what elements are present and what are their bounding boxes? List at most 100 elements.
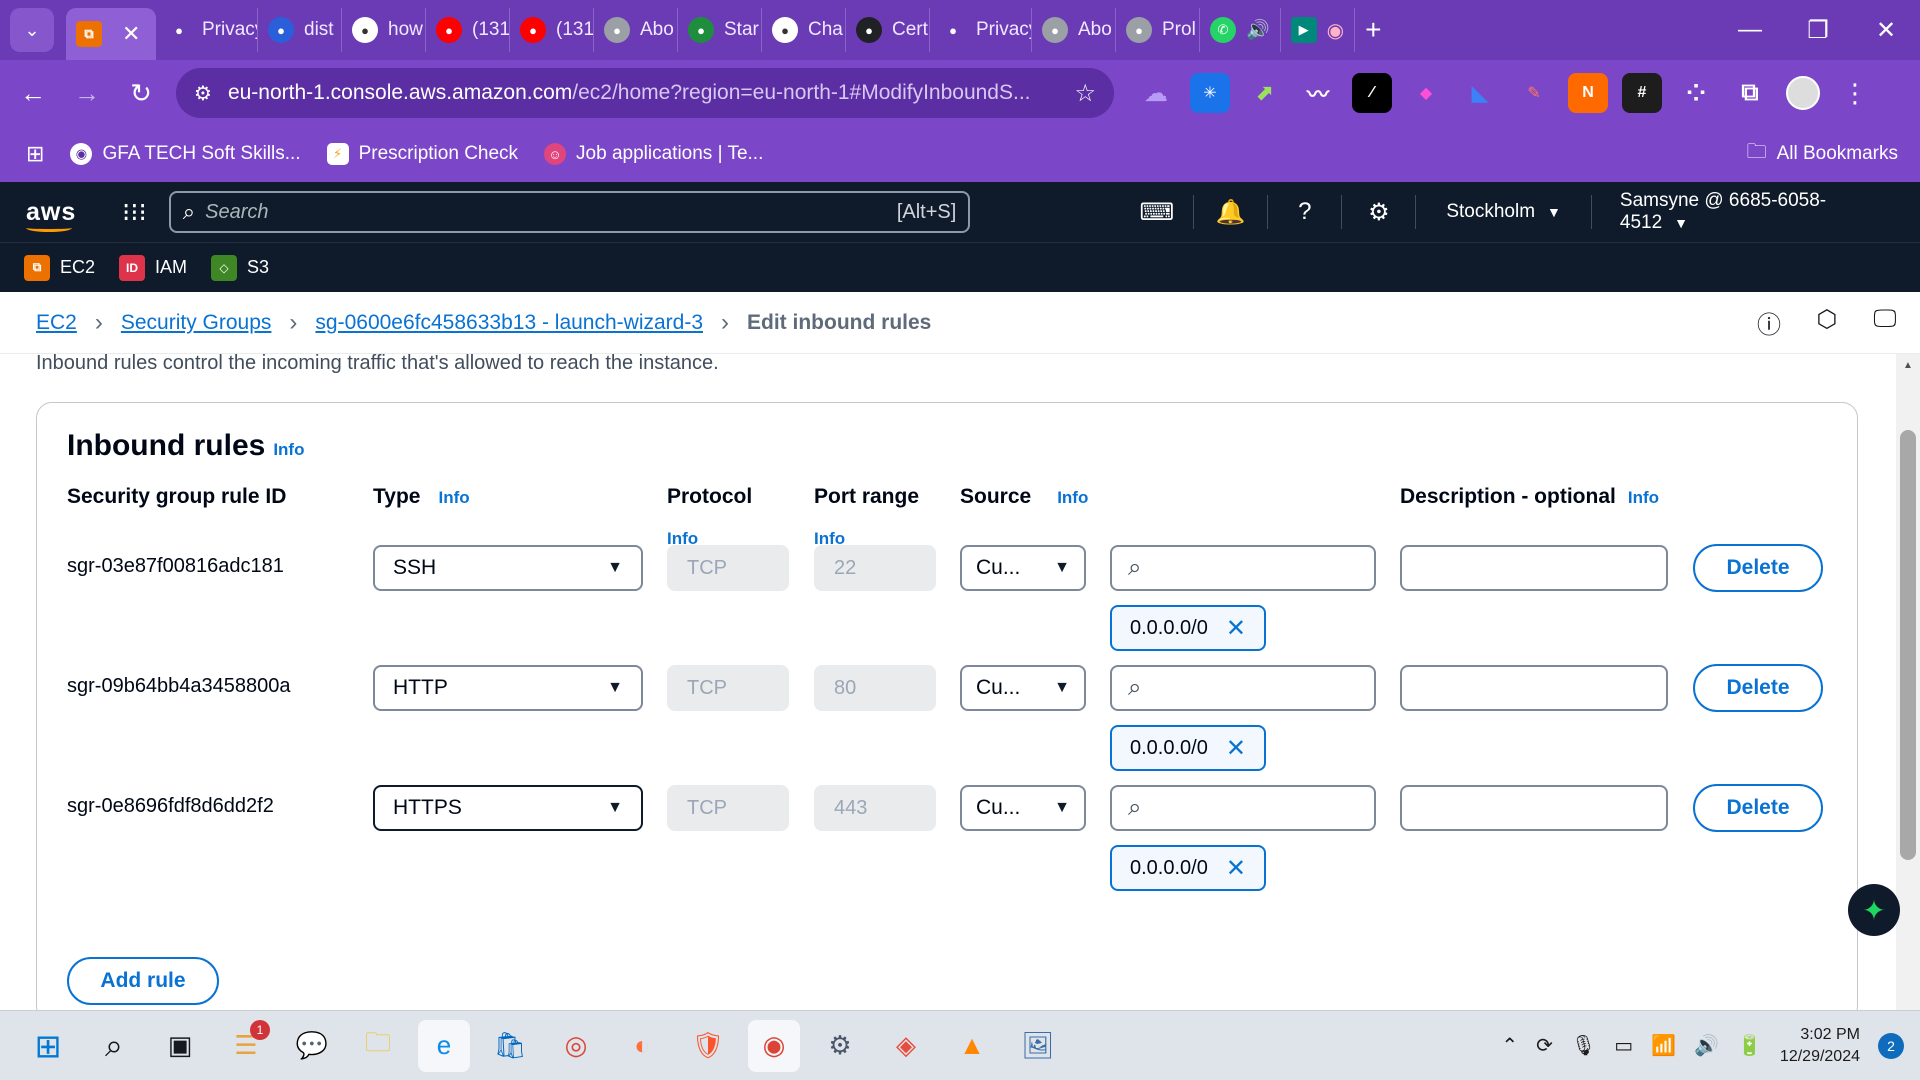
browser-tab[interactable]: ● Cert	[846, 8, 930, 52]
cidr-search-input[interactable]: ⌕	[1110, 545, 1376, 591]
address-bar[interactable]: ⚙ eu-north-1.console.aws.amazon.com/ec2/…	[176, 68, 1114, 118]
notifications-bell-icon[interactable]: 🔔	[1194, 195, 1269, 229]
favorite-iam[interactable]: ID IAM	[119, 254, 187, 281]
extension-grid-icon[interactable]: ⁘	[1676, 73, 1716, 113]
breadcrumb-security-group[interactable]: sg-0600e6fc458633b13 - launch-wizard-3	[315, 311, 703, 335]
delete-rule-button[interactable]: Delete	[1693, 544, 1823, 592]
source-type-select[interactable]: Cu... ▼	[960, 785, 1086, 831]
reload-icon[interactable]: ↻	[114, 78, 168, 109]
help-icon[interactable]: ?	[1268, 195, 1343, 229]
scroll-up-arrow-icon[interactable]: ▲	[1896, 360, 1920, 371]
extension-slash-icon[interactable]: ⁄	[1352, 73, 1392, 113]
url-text[interactable]: eu-north-1.console.aws.amazon.com/ec2/ho…	[228, 81, 1063, 105]
chrome-icon[interactable]: ◎	[550, 1020, 602, 1072]
extension-n-icon[interactable]: N	[1568, 73, 1608, 113]
photo-app-icon[interactable]: 🖼	[1012, 1020, 1064, 1072]
type-select[interactable]: SSH ▼	[373, 545, 643, 591]
display-icon[interactable]: ▭	[1614, 1033, 1633, 1058]
services-menu-icon[interactable]: ⁝⁝⁝	[122, 197, 147, 228]
browser-tab[interactable]: ● Privacy e	[930, 8, 1032, 52]
brave-icon[interactable]: 🛡	[682, 1020, 734, 1072]
settings-gear-icon[interactable]: ⚙	[1342, 195, 1417, 229]
aws-search-input[interactable]: ⌕ Search [Alt+S]	[168, 191, 971, 233]
forward-icon[interactable]: →	[60, 78, 114, 109]
chrome-profile-icon[interactable]: ◉	[748, 1019, 800, 1072]
source-type-select[interactable]: Cu... ▼	[960, 665, 1086, 711]
info-link[interactable]: Info	[1628, 488, 1659, 507]
microsoft-store-icon[interactable]: 🛍	[484, 1020, 536, 1072]
breadcrumb-security-groups[interactable]: Security Groups	[121, 311, 272, 335]
extension-sign-icon[interactable]: ✎	[1514, 73, 1554, 113]
tray-chevron-up-icon[interactable]: ⌃	[1501, 1033, 1518, 1058]
tab-active-aws[interactable]: ⧉ ✕	[66, 8, 156, 60]
remove-token-icon[interactable]: ✕	[1226, 614, 1246, 643]
info-link[interactable]: Info	[273, 440, 304, 459]
description-input[interactable]	[1400, 665, 1668, 711]
extension-hash-icon[interactable]: #	[1622, 73, 1662, 113]
browser-tab[interactable]: ● Abo	[594, 8, 678, 52]
restore-icon[interactable]: ❐	[1784, 0, 1852, 60]
start-windows-icon[interactable]: ⊞	[22, 1020, 74, 1072]
browser-menu-icon[interactable]: ⋮	[1842, 78, 1868, 109]
feedback-monitor-icon[interactable]: 🖵	[1870, 305, 1900, 340]
browser-tab[interactable]: ● Abo	[1032, 8, 1116, 52]
type-select[interactable]: HTTPS ▼	[373, 785, 643, 831]
taskbar-search-icon[interactable]: ⌕	[88, 1020, 140, 1072]
scroll-thumb[interactable]	[1900, 430, 1916, 860]
browser-tab[interactable]: ● how	[342, 8, 426, 52]
delete-rule-button[interactable]: Delete	[1693, 784, 1823, 832]
extension-diamond-icon[interactable]: ◆	[1406, 73, 1446, 113]
extension-chart-icon[interactable]: ⬈	[1244, 73, 1284, 113]
all-bookmarks[interactable]: 🗀 All Bookmarks	[1747, 137, 1898, 171]
battery-icon[interactable]: 🔋	[1737, 1033, 1762, 1058]
aws-logo[interactable]: aws	[26, 198, 76, 232]
close-window-icon[interactable]: ✕	[1852, 0, 1920, 60]
cidr-search-input[interactable]: ⌕	[1110, 785, 1376, 831]
info-link[interactable]: Info	[438, 488, 469, 507]
profile-avatar[interactable]	[1786, 76, 1820, 110]
settings-app-icon[interactable]: ⚙	[814, 1020, 866, 1072]
bookmark-star-icon[interactable]: ☆	[1074, 79, 1096, 108]
info-link[interactable]: Info	[1057, 488, 1088, 507]
bookmark-prescription[interactable]: ⚡ Prescription Check	[326, 143, 518, 165]
bookmark-gfa[interactable]: ◉ GFA TECH Soft Skills...	[70, 143, 301, 165]
apps-grid-icon[interactable]: ⊞	[26, 141, 44, 167]
tab-search-chevron-icon[interactable]: ⌄	[10, 8, 54, 52]
site-settings-icon[interactable]: ⚙	[194, 81, 212, 106]
minimize-icon[interactable]: —	[1716, 0, 1784, 60]
description-input[interactable]	[1400, 545, 1668, 591]
browser-tab[interactable]: ● dist	[258, 8, 342, 52]
new-tab-button[interactable]: +	[1355, 8, 1391, 52]
file-explorer-icon[interactable]: 🗀	[352, 1020, 404, 1072]
tab-close-icon[interactable]: ✕	[122, 21, 140, 47]
browser-tab[interactable]: ● Cha	[762, 8, 846, 52]
bookmark-jobs[interactable]: ☺ Job applications | Te...	[544, 143, 763, 165]
info-circle-icon[interactable]: ⓘ	[1754, 305, 1784, 340]
browser-tab[interactable]: ● Privacy e	[156, 8, 258, 52]
browser-tab[interactable]: ● Prol	[1116, 8, 1200, 52]
extension-snowflake-icon[interactable]: ✳	[1190, 73, 1230, 113]
account-menu[interactable]: Samsyne @ 6685-6058-4512 ▼	[1592, 190, 1920, 234]
extensions-puzzle-icon[interactable]: ⧉	[1730, 73, 1770, 113]
firefox-icon[interactable]: ◐	[616, 1020, 668, 1072]
clock[interactable]: 3:02 PM 12/29/2024	[1780, 1024, 1860, 1068]
extension-blue-shape-icon[interactable]: ◣	[1460, 73, 1500, 113]
browser-tab[interactable]: ● Star	[678, 8, 762, 52]
task-view-icon[interactable]: ▣	[154, 1020, 206, 1072]
add-rule-button[interactable]: Add rule	[67, 957, 219, 1005]
favorite-s3[interactable]: ◇ S3	[211, 254, 269, 281]
extension-ghost-icon[interactable]: ☁	[1136, 73, 1176, 113]
teams-chat-icon[interactable]: 💬	[286, 1020, 338, 1072]
volume-icon[interactable]: 🔊	[1694, 1033, 1719, 1058]
security-shield-icon[interactable]: ⬡	[1812, 305, 1842, 340]
app-diamond-icon[interactable]: ◈	[880, 1020, 932, 1072]
microphone-icon[interactable]: 🎙	[1571, 1033, 1596, 1058]
edge-browser-icon[interactable]: e	[418, 1019, 470, 1072]
extension-wave-icon[interactable]: 〰	[1298, 73, 1338, 113]
meet-tab[interactable]: ▶ ◉	[1281, 8, 1356, 52]
browser-tab[interactable]: ● (131	[426, 8, 510, 52]
notification-count-badge[interactable]: 2	[1878, 1032, 1904, 1059]
remove-token-icon[interactable]: ✕	[1226, 734, 1246, 763]
cidr-search-input[interactable]: ⌕	[1110, 665, 1376, 711]
description-input[interactable]	[1400, 785, 1668, 831]
